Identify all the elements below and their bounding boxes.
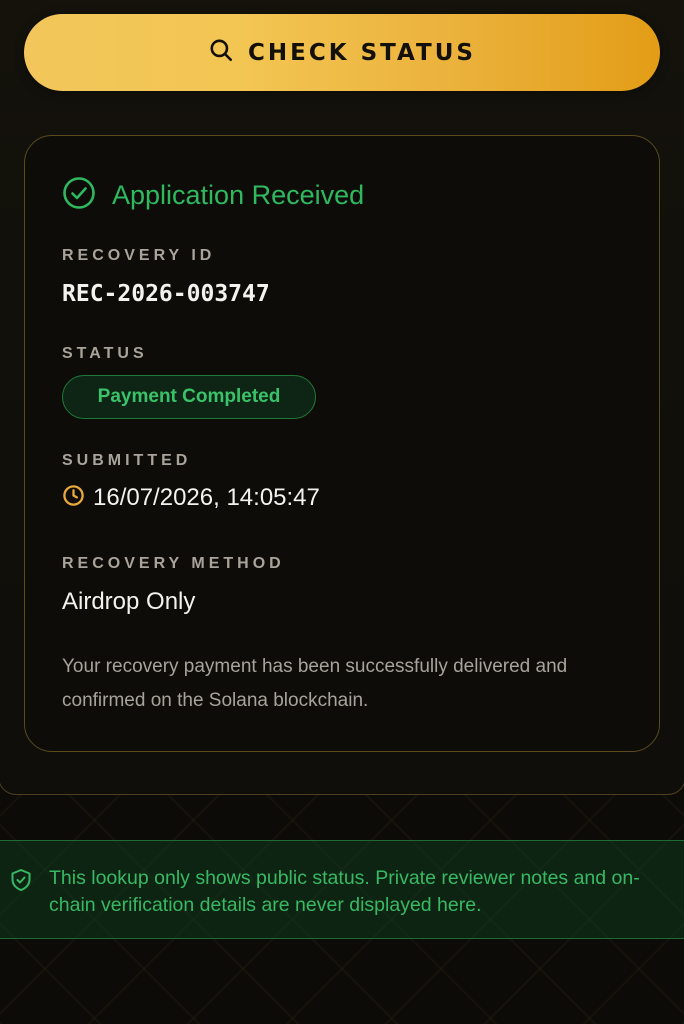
check-circle-icon bbox=[62, 176, 96, 215]
application-received-header: Application Received bbox=[62, 176, 364, 215]
status-badge: Payment Completed bbox=[62, 375, 316, 419]
recovery-id-value: REC-2026-003747 bbox=[62, 281, 270, 307]
submitted-label: SUBMITTED bbox=[62, 452, 192, 469]
clock-icon bbox=[62, 484, 85, 512]
recovery-id-label: RECOVERY ID bbox=[62, 247, 216, 264]
privacy-notice: This lookup only shows public status. Pr… bbox=[0, 840, 684, 939]
application-received-text: Application Received bbox=[112, 180, 365, 210]
status-label: STATUS bbox=[62, 345, 148, 362]
check-status-button[interactable]: CHECK STATUS bbox=[24, 14, 660, 91]
submitted-row: 16/07/2026, 14:05:47 bbox=[62, 484, 320, 512]
recovery-method-label: RECOVERY METHOD bbox=[62, 555, 285, 572]
recovery-method-value: Airdrop Only bbox=[62, 588, 196, 615]
check-status-label: CHECK STATUS bbox=[248, 39, 476, 66]
search-icon bbox=[208, 37, 234, 68]
result-card: Application Received RECOVERY ID REC-202… bbox=[24, 135, 660, 752]
submitted-value: 16/07/2026, 14:05:47 bbox=[93, 484, 320, 511]
status-description: Your recovery payment has been successfu… bbox=[62, 656, 568, 711]
privacy-notice-text: This lookup only shows public status. Pr… bbox=[49, 867, 640, 916]
